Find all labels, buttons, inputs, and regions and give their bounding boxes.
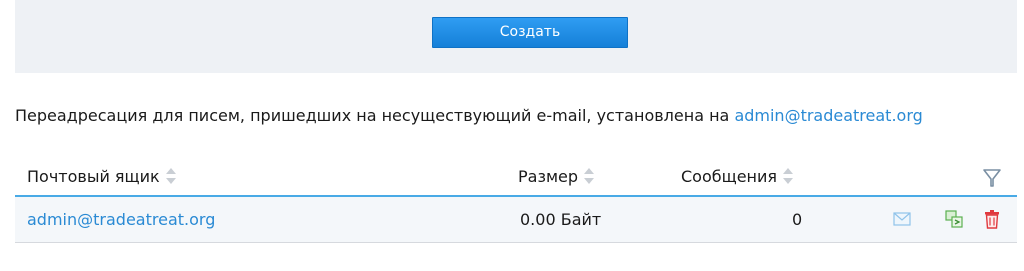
- table-row: admin@tradeatreat.org 0.00 Байт 0: [15, 197, 1017, 243]
- mailbox-size: 0.00 Байт: [520, 210, 602, 229]
- forwarding-email-link[interactable]: admin@tradeatreat.org: [734, 106, 922, 125]
- create-panel: Создать: [15, 0, 1017, 73]
- forwarding-info-text: Переадресация для писем, пришедших на не…: [15, 106, 735, 125]
- forward-icon[interactable]: [945, 210, 963, 228]
- sort-icon[interactable]: [783, 167, 794, 185]
- filter-icon[interactable]: [982, 168, 1002, 188]
- create-button[interactable]: Создать: [432, 17, 628, 48]
- column-header-size-label: Размер: [518, 167, 579, 186]
- column-header-size[interactable]: Размер: [518, 166, 595, 188]
- column-header-mailbox[interactable]: Почтовый ящик: [27, 166, 176, 188]
- mail-icon[interactable]: [893, 212, 911, 226]
- table-header: Почтовый ящик Размер Сообщения: [15, 158, 1017, 197]
- forwarding-info: Переадресация для писем, пришедших на не…: [15, 104, 923, 128]
- mailbox-link[interactable]: admin@tradeatreat.org: [27, 209, 215, 231]
- column-header-mailbox-label: Почтовый ящик: [27, 167, 160, 186]
- column-header-messages[interactable]: Сообщения: [681, 166, 794, 188]
- sort-icon[interactable]: [584, 167, 595, 185]
- trash-icon[interactable]: [984, 210, 1000, 229]
- mailbox-messages-count: 0: [792, 210, 803, 229]
- column-header-messages-label: Сообщения: [681, 167, 778, 186]
- sort-icon[interactable]: [165, 167, 176, 185]
